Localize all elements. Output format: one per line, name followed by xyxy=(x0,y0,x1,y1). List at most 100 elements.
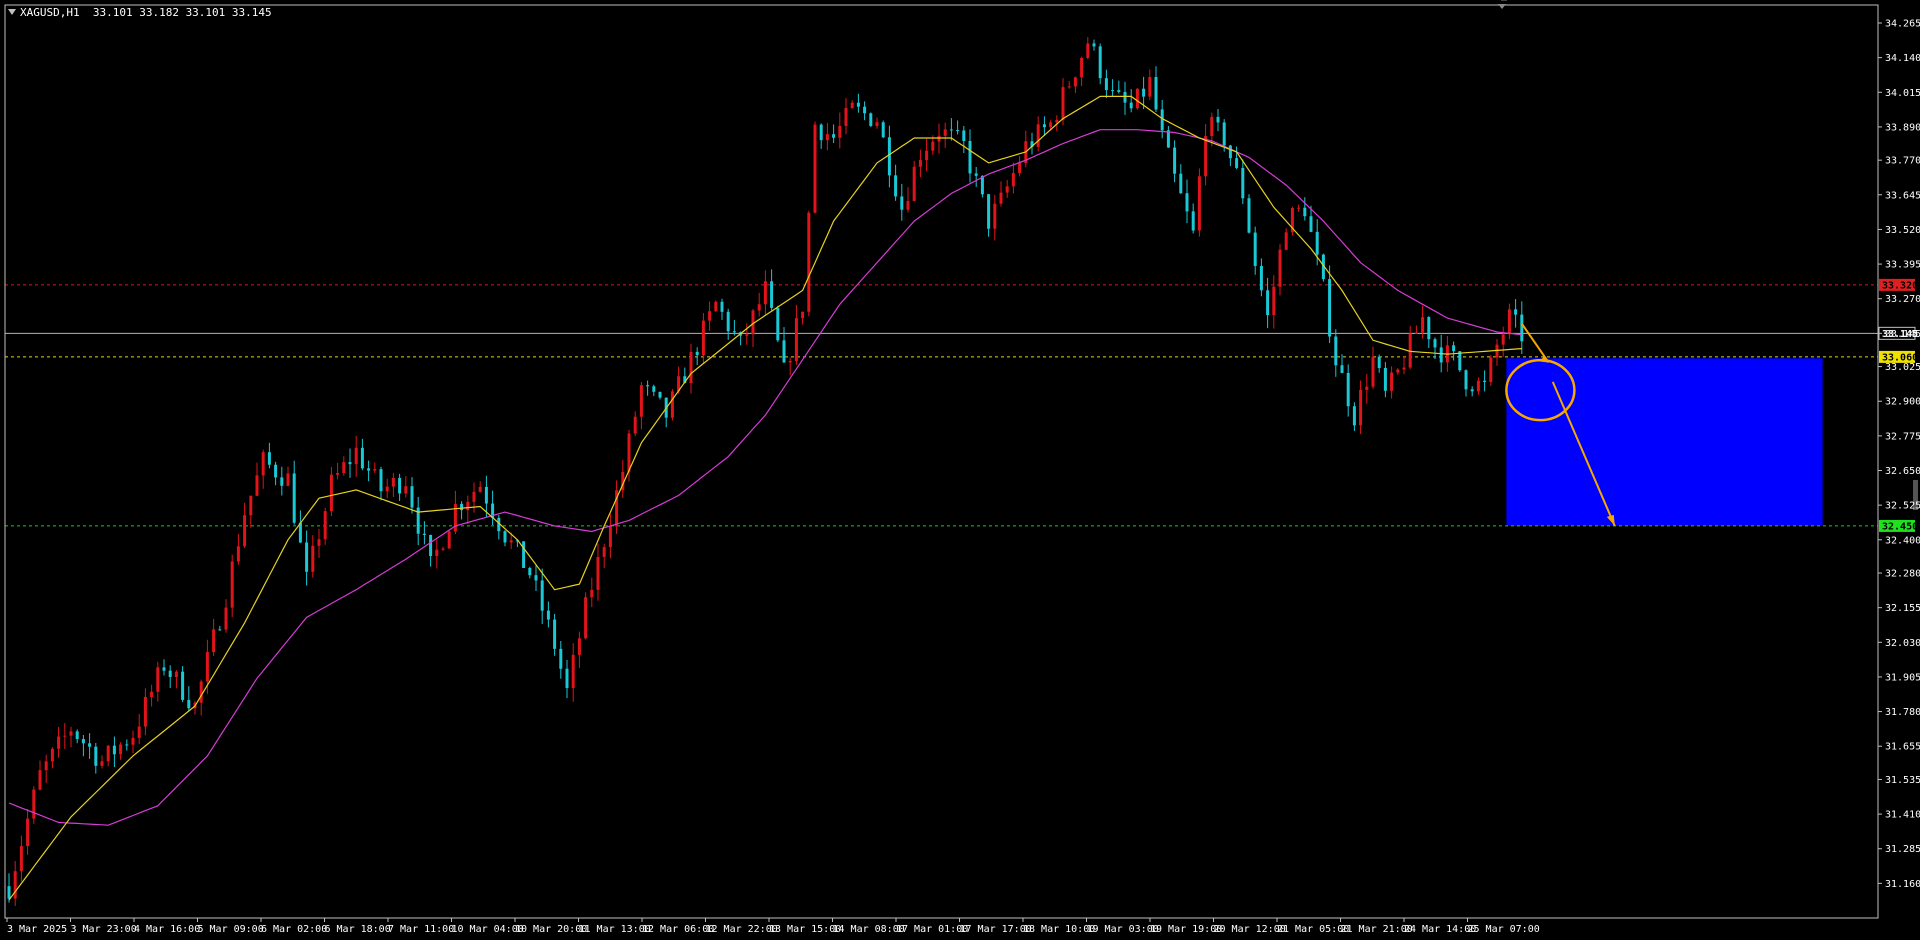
bear-candle xyxy=(503,531,507,543)
bull-candle xyxy=(143,696,147,727)
bear-candle xyxy=(1104,78,1108,91)
bull-candle xyxy=(925,150,929,161)
bull-candle xyxy=(571,654,575,689)
bear-candle xyxy=(1253,232,1257,266)
bull-candle xyxy=(1495,344,1499,358)
moving-averages-layer xyxy=(8,95,1522,901)
price-chart[interactable]: 33.32033.14533.06032.450 34.26534.14034.… xyxy=(0,0,1920,940)
x-tick-label: 10 Mar 20:00 xyxy=(515,924,587,935)
bull-candle xyxy=(26,818,30,847)
bull-candle xyxy=(174,671,178,678)
bull-candle xyxy=(472,491,476,502)
bear-candle xyxy=(534,575,538,581)
bear-candle xyxy=(1142,88,1146,97)
bear-candle xyxy=(1334,336,1338,366)
bear-candle xyxy=(987,194,991,229)
bull-candle xyxy=(255,475,259,496)
bear-candle xyxy=(1309,216,1313,232)
x-tick-label: 7 Mar 11:00 xyxy=(388,924,454,935)
bull-candle xyxy=(943,129,947,136)
bear-candle xyxy=(974,173,978,176)
bull-candle xyxy=(807,212,811,312)
bull-candle xyxy=(63,735,67,737)
bull-candle xyxy=(627,433,631,472)
bull-candle xyxy=(757,304,761,311)
bear-candle xyxy=(1259,265,1263,291)
x-tick-label: 5 Mar 09:00 xyxy=(198,924,264,935)
x-tick-label: 4 Mar 16:00 xyxy=(134,924,200,935)
bear-candle xyxy=(1303,207,1307,217)
bear-candle xyxy=(546,610,550,620)
bull-candle xyxy=(1080,57,1084,78)
x-tick-label: 14 Mar 08:00 xyxy=(833,924,905,935)
bull-candle xyxy=(1390,372,1394,391)
bull-candle xyxy=(689,351,693,384)
bull-candle xyxy=(1476,380,1480,392)
bull-candle xyxy=(1421,317,1425,333)
bear-candle xyxy=(1111,90,1115,92)
bull-candle xyxy=(19,846,23,872)
bull-candle xyxy=(137,726,141,738)
bull-candle xyxy=(311,545,315,572)
bear-candle xyxy=(559,648,563,669)
y-tick-label: 32.525 xyxy=(1885,501,1920,512)
y-tick-label: 33.145 xyxy=(1885,329,1920,340)
bull-candle xyxy=(633,416,637,434)
dropdown-triangle-icon[interactable] xyxy=(8,9,16,15)
bull-candle xyxy=(1507,309,1511,335)
bull-candle xyxy=(850,102,854,109)
bull-candle xyxy=(1204,136,1208,177)
bull-candle xyxy=(261,452,265,476)
bear-candle xyxy=(1173,147,1177,174)
bull-candle xyxy=(199,681,203,703)
bull-candle xyxy=(1055,119,1059,123)
bear-candle xyxy=(181,671,185,700)
bull-candle xyxy=(577,638,581,655)
bear-candle xyxy=(1216,116,1220,123)
x-tick-label: 18 Mar 10:00 xyxy=(1023,924,1095,935)
shift-marker-icon[interactable] xyxy=(1498,4,1506,9)
y-tick-label: 34.015 xyxy=(1885,88,1920,99)
bull-candle xyxy=(38,770,42,790)
bull-candle xyxy=(435,549,439,557)
x-tick-label: 19 Mar 19:00 xyxy=(1150,924,1222,935)
bear-candle xyxy=(218,629,222,631)
bull-candle xyxy=(447,531,451,549)
y-tick-label: 32.650 xyxy=(1885,466,1920,477)
x-tick-label: 12 Mar 06:00 xyxy=(642,924,714,935)
bull-candle xyxy=(212,629,216,653)
bull-candle xyxy=(1005,186,1009,193)
bull-candle xyxy=(205,652,209,682)
target-price-label: 32.450 xyxy=(1882,521,1918,532)
bear-candle xyxy=(1129,102,1133,109)
y-tick-label: 33.520 xyxy=(1885,225,1920,236)
bear-candle xyxy=(1377,356,1381,368)
bear-candle xyxy=(379,469,383,492)
bear-candle xyxy=(484,486,488,504)
bull-candle xyxy=(323,511,327,540)
bull-candle xyxy=(906,200,910,210)
bear-candle xyxy=(782,340,786,363)
bull-candle xyxy=(608,526,612,548)
resistance-price-label: 33.320 xyxy=(1882,280,1918,291)
bull-candle xyxy=(918,160,922,167)
y-tick-label: 32.155 xyxy=(1885,603,1920,614)
bear-candle xyxy=(410,486,414,508)
bear-candle xyxy=(112,745,116,755)
y-tick-label: 33.890 xyxy=(1885,122,1920,133)
bull-candle xyxy=(317,539,321,546)
bull-candle xyxy=(1278,249,1282,287)
candles-layer xyxy=(7,37,1524,906)
bear-candle xyxy=(1315,231,1319,255)
bull-candle xyxy=(714,301,718,312)
bull-candle xyxy=(119,744,123,755)
bull-candle xyxy=(912,166,916,201)
bear-candle xyxy=(565,668,569,689)
bear-candle xyxy=(1514,309,1518,315)
bear-candle xyxy=(1346,372,1350,407)
chart-window[interactable]: 33.320 33.145 33.060 32.450 34.265 34.140 34.… xyxy=(0,0,1920,940)
bull-candle xyxy=(1135,88,1139,109)
y-tick-label: 33.770 xyxy=(1885,156,1920,167)
bull-candle xyxy=(602,547,606,557)
y-tick-label: 32.030 xyxy=(1885,638,1920,649)
